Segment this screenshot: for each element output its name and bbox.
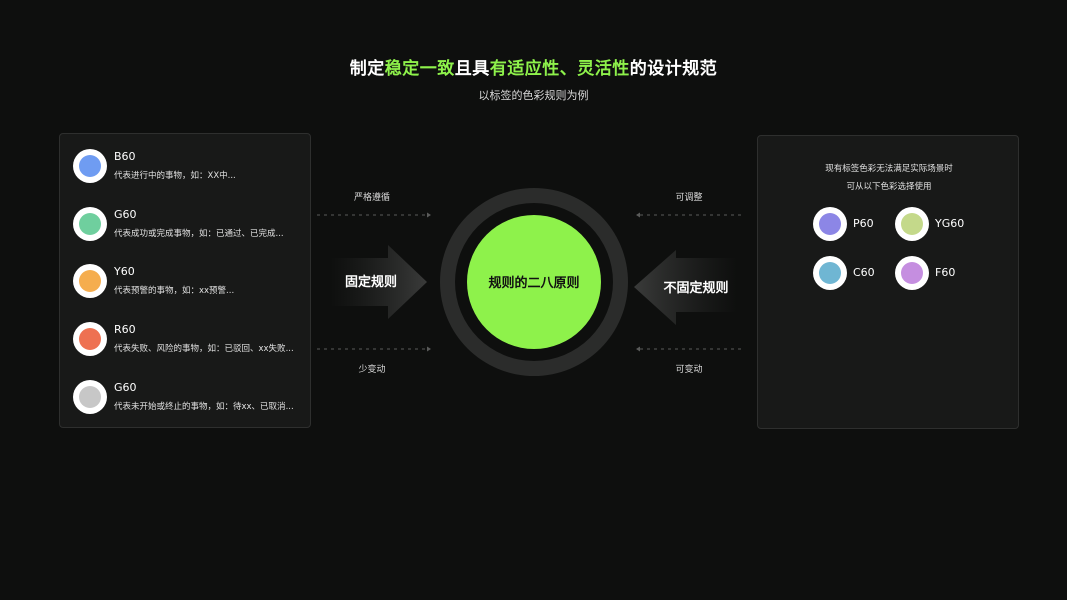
dashed-arrowhead-left-bottom bbox=[427, 346, 431, 352]
dashed-arrowhead-right-bottom bbox=[636, 346, 640, 352]
dashed-arrowhead-left-top bbox=[427, 212, 431, 218]
caption-changeable: 可变动 bbox=[675, 363, 702, 375]
caption-adjustable: 可调整 bbox=[675, 191, 702, 203]
caption-strict: 严格遵循 bbox=[354, 191, 390, 203]
caption-few-changes: 少变动 bbox=[358, 363, 385, 375]
fixed-rule-label: 固定规则 bbox=[345, 274, 397, 290]
center-diagram: 规则的二八原则 固定规则 不固定规则 严格遵循 少变动 可调整 可变动 bbox=[317, 188, 745, 376]
dashed-arrowhead-right-top bbox=[636, 212, 640, 218]
center-label: 规则的二八原则 bbox=[488, 275, 579, 291]
flexible-rule-label: 不固定规则 bbox=[663, 280, 728, 296]
